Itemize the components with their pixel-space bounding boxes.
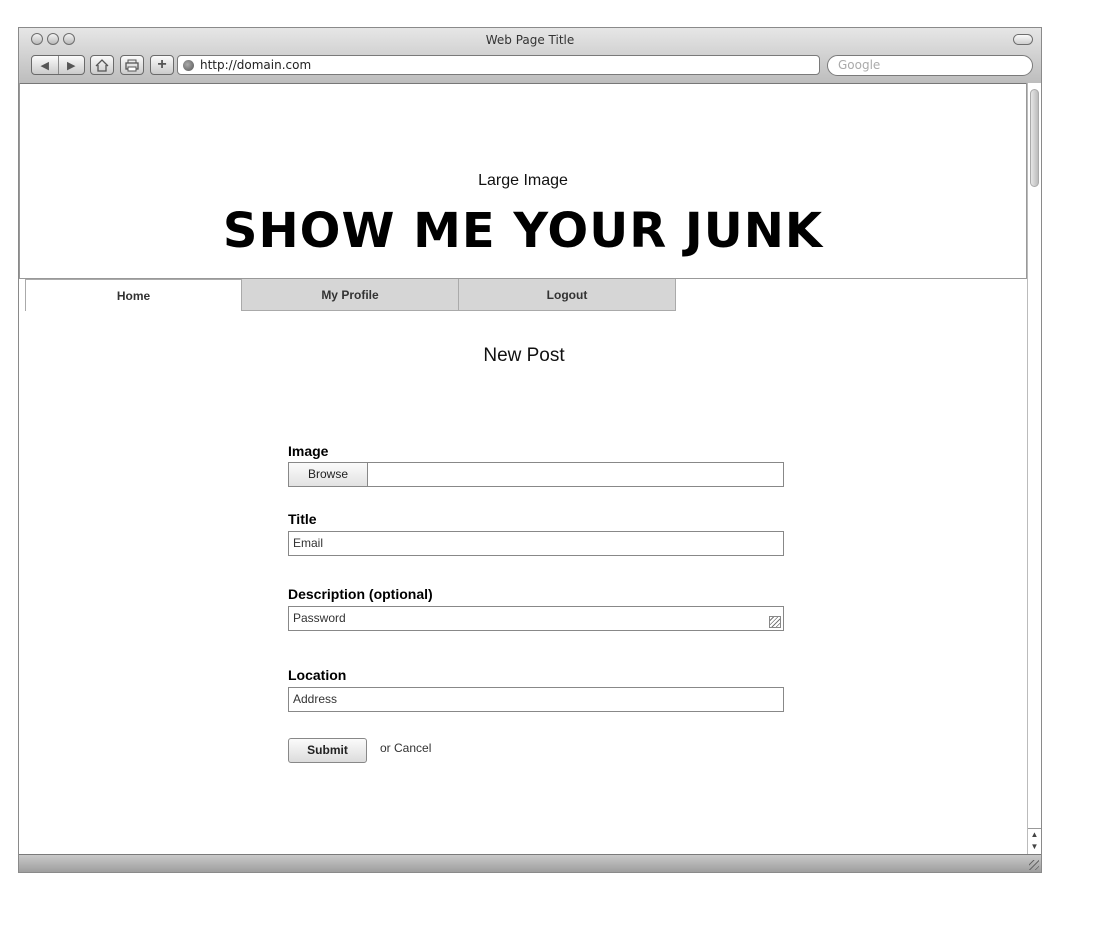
title-input[interactable]: Email (288, 531, 784, 556)
browser-window: Web Page Title ◀ ▶ + http://domain.com G… (18, 27, 1042, 873)
site-title: SHOW ME YOUR JUNK (222, 203, 824, 259)
plus-icon: + (157, 56, 167, 73)
tab-my-profile[interactable]: My Profile (242, 279, 459, 311)
main-nav-tabs: Home My Profile Logout (25, 279, 676, 311)
search-field[interactable]: Google (827, 55, 1033, 76)
browse-button[interactable]: Browse (289, 463, 368, 486)
banner: Large Image SHOW ME YOUR JUNK (19, 83, 1027, 279)
tab-home[interactable]: Home (25, 279, 242, 311)
print-button[interactable] (120, 55, 144, 75)
description-textarea[interactable]: Password (288, 606, 784, 631)
location-input[interactable]: Address (288, 687, 784, 712)
status-bar (19, 854, 1041, 872)
resize-grip-icon[interactable] (769, 616, 781, 628)
title-label: Title (288, 511, 317, 527)
window-resize-icon[interactable] (1029, 860, 1039, 870)
scroll-up-arrow-icon[interactable]: ▲ (1028, 829, 1041, 841)
url-text: http://domain.com (200, 58, 312, 72)
vertical-scrollbar[interactable]: ▲ ▼ (1027, 83, 1041, 855)
large-image-placeholder: Large Image (478, 172, 568, 189)
submit-button[interactable]: Submit (288, 738, 367, 763)
address-bar[interactable]: http://domain.com (177, 55, 820, 75)
description-label: Description (optional) (288, 586, 433, 602)
search-placeholder: Google (838, 58, 881, 72)
description-value: Password (293, 611, 346, 625)
scroll-down-arrow-icon[interactable]: ▼ (1028, 841, 1041, 853)
forward-arrow-icon[interactable]: ▶ (59, 56, 85, 74)
title-bar: Web Page Title ◀ ▶ + http://domain.com G… (19, 28, 1041, 84)
tab-logout[interactable]: Logout (459, 279, 676, 311)
history-nav: ◀ ▶ (31, 55, 85, 75)
page-content: Large Image SHOW ME YOUR JUNK Home My Pr… (19, 83, 1029, 855)
toolbar-toggle-button[interactable] (1013, 34, 1033, 45)
home-icon (95, 58, 109, 72)
window-title: Web Page Title (485, 33, 575, 47)
image-file-input[interactable]: Browse (288, 462, 784, 487)
scroll-arrows: ▲ ▼ (1028, 828, 1041, 855)
globe-icon (183, 60, 194, 71)
location-label: Location (288, 667, 347, 683)
image-label: Image (288, 443, 329, 459)
back-arrow-icon[interactable]: ◀ (32, 56, 59, 74)
add-bookmark-button[interactable]: + (150, 55, 174, 75)
scroll-thumb[interactable] (1030, 89, 1039, 187)
page-title: New Post (483, 345, 565, 366)
home-button[interactable] (90, 55, 114, 75)
cancel-link[interactable]: or Cancel (380, 741, 431, 755)
print-icon (125, 59, 139, 71)
